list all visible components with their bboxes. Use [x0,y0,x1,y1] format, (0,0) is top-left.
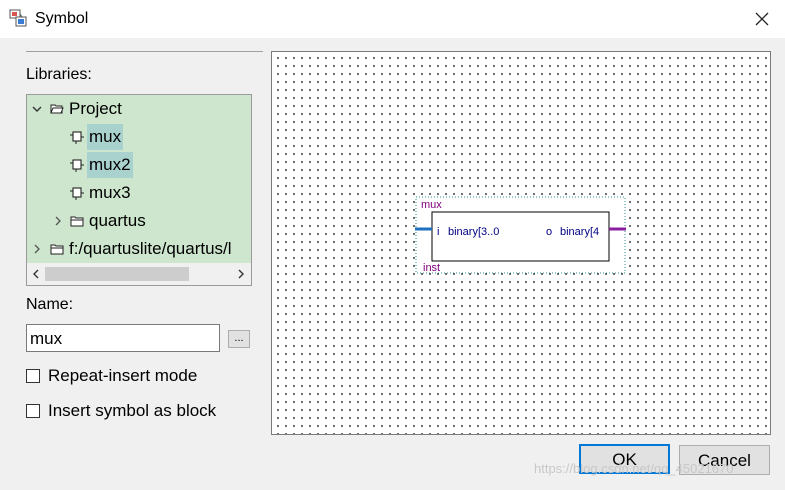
repeat-insert-label: Repeat-insert mode [48,366,198,385]
horizontal-scrollbar[interactable] [27,263,251,285]
repeat-insert-checkbox[interactable] [26,369,40,383]
browse-button[interactable]: ... [228,330,250,348]
tree-item-mux2[interactable]: mux2 [27,152,251,178]
symbol-preview: mux inst i binary[3..0 o binary[4 [415,196,626,274]
chevron-right-icon[interactable] [53,216,63,226]
insert-as-block-checkbox[interactable] [26,404,40,418]
insert-as-block-label: Insert symbol as block [48,401,217,420]
tree-item-mux3[interactable]: mux3 [27,180,251,206]
tree-item-mux[interactable]: mux [27,124,251,150]
symbol-icon [70,131,84,144]
instance-name-label: inst [423,262,440,274]
folder-icon [70,216,84,227]
separator-line [26,51,263,52]
chevron-down-icon[interactable] [32,104,42,114]
output-port-name: o [546,226,552,238]
title-bar: Symbol [0,0,785,38]
chevron-right-icon[interactable] [32,244,42,254]
tree-content: Project mux mux2 mux3 quartus f:/quartus… [27,95,251,263]
output-bus-label: binary[4 [560,226,599,238]
tree-item-label: mux [87,124,124,150]
libraries-tree[interactable]: Project mux mux2 mux3 quartus f:/quartus… [26,94,252,286]
scroll-right-icon[interactable] [235,268,247,280]
ok-button[interactable]: OK [579,444,670,474]
name-label: Name: [26,296,74,313]
symbol-icon [70,187,84,200]
input-bus-label: binary[3..0 [448,226,499,238]
window-title: Symbol [35,10,89,27]
tree-item-label: mux2 [87,152,133,178]
name-input[interactable]: mux [26,324,220,352]
folder-icon [50,244,64,255]
tree-item-label: mux3 [89,183,131,202]
tree-item-label: f:/quartuslite/quartus/l [69,239,232,258]
libraries-label: Libraries: [26,66,92,83]
scrollbar-thumb[interactable] [45,267,189,281]
folder-open-icon [50,104,64,114]
tree-item-quartuslite-path[interactable]: f:/quartuslite/quartus/l [27,236,251,262]
symbol-app-icon [9,9,27,27]
tree-item-label: Project [69,99,122,118]
symbol-name-label: mux [421,199,442,211]
tree-item-label: quartus [89,211,146,230]
tree-item-quartus[interactable]: quartus [27,208,251,234]
close-button[interactable] [739,0,785,38]
symbol-icon [70,159,84,172]
scroll-left-icon[interactable] [30,268,42,280]
tree-item-project[interactable]: Project [27,96,251,122]
symbol-preview-canvas: mux inst i binary[3..0 o binary[4 [271,51,771,435]
close-icon [755,12,769,26]
input-port-name: i [437,226,439,238]
cancel-button[interactable]: Cancel [679,445,770,475]
